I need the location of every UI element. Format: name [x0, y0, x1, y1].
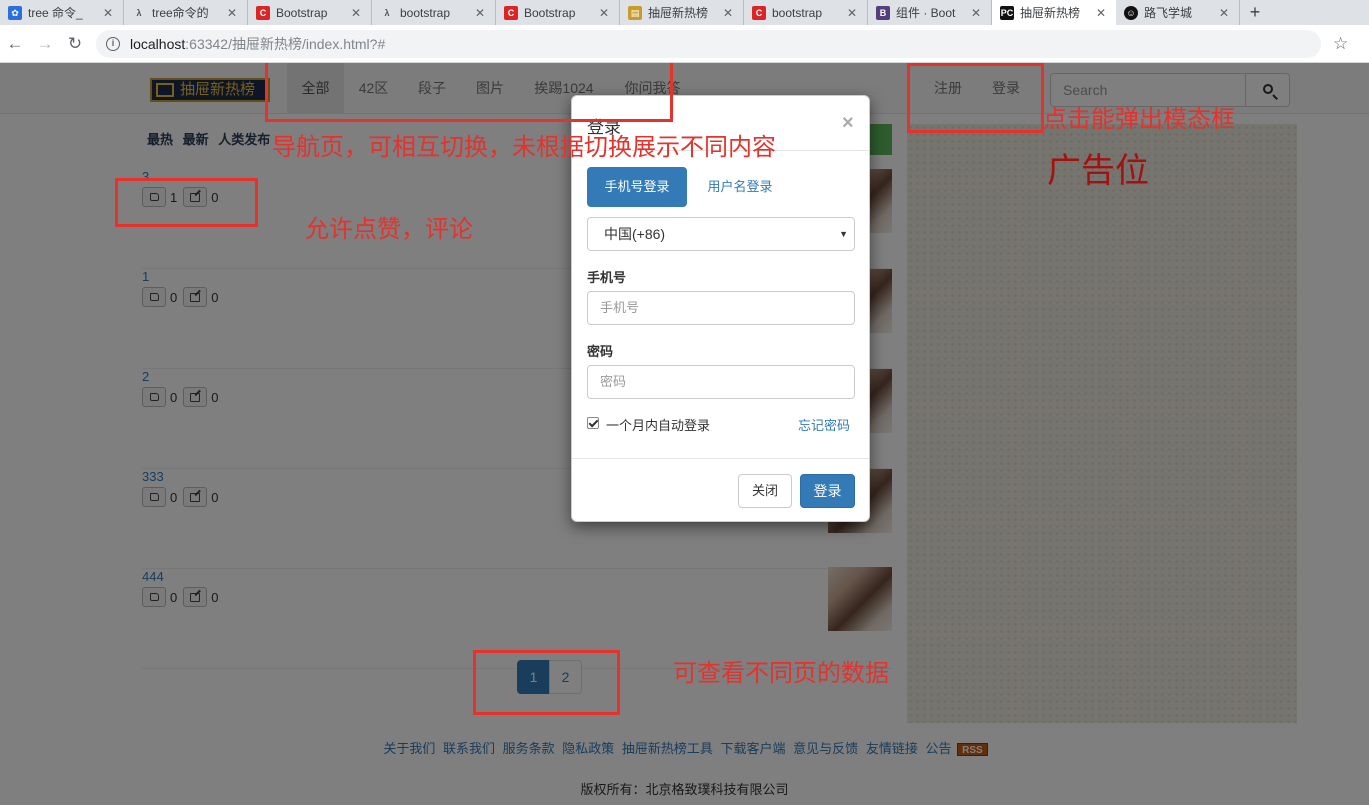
country-select[interactable]: 中国(+86) ▼ [587, 217, 855, 251]
close-icon[interactable]: ✕ [721, 6, 735, 20]
annotation-modal: 点击能弹出模态框 [1043, 105, 1235, 133]
password-label: 密码 [587, 344, 614, 359]
close-icon[interactable]: ✕ [349, 6, 363, 20]
caret-down-icon: ▼ [839, 229, 848, 239]
browser-tab[interactable]: λ bootstrap ✕ [372, 0, 496, 25]
address-bar: ← → ↻ i localhost:63342/抽屉新热榜/index.html… [0, 25, 1369, 63]
annotation-box-like [115, 178, 258, 227]
annotation-ad: 广告位 [1047, 151, 1149, 191]
reload-icon[interactable]: ↻ [60, 34, 90, 54]
tab-phone-login[interactable]: 手机号登录 [587, 167, 687, 207]
close-icon[interactable]: ✕ [225, 6, 239, 20]
close-icon[interactable]: ✕ [1217, 6, 1231, 20]
browser-tab-strip: ✿ tree 命令_ ✕ λ tree命令的 ✕ C Bootstrap ✕ λ bootst… [0, 0, 1369, 25]
browser-tab[interactable]: C Bootstrap ✕ [248, 0, 372, 25]
modal-footer-divider [572, 458, 869, 459]
browser-tab[interactable]: ▤ 抽屉新热榜 ✕ [620, 0, 744, 25]
browser-tab[interactable]: ✿ tree 命令_ ✕ [0, 0, 124, 25]
lambda-icon: λ [384, 7, 390, 18]
browser-tab[interactable]: ☺ 路飞学城 ✕ [1116, 0, 1240, 25]
close-icon[interactable]: ✕ [969, 6, 983, 20]
url-field[interactable]: i localhost:63342/抽屉新热榜/index.html?# [96, 29, 1321, 58]
c-logo-icon: C [504, 5, 518, 20]
pycharm-icon: PC [1000, 5, 1014, 20]
close-icon[interactable]: ✕ [1094, 6, 1108, 20]
luffy-icon: ☺ [1124, 5, 1138, 20]
page: 抽屉新热榜 全部 42区 段子 图片 挨踢1024 你问我答 注册 登录 Sea… [0, 63, 1369, 805]
browser-tab[interactable]: B 组件 · Boot ✕ [868, 0, 992, 25]
close-icon[interactable]: ✕ [473, 6, 487, 20]
annotation-box-pager [473, 650, 620, 715]
annotation-box-nav [265, 63, 673, 122]
back-icon[interactable]: ← [0, 34, 30, 54]
close-button[interactable]: 关闭 [738, 474, 792, 508]
annotation-box-modal [907, 63, 1044, 133]
remember-label[interactable]: 一个月内自动登录 [606, 415, 710, 434]
remember-checkbox[interactable] [587, 417, 599, 429]
forward-icon[interactable]: → [30, 34, 60, 54]
phone-input[interactable]: 手机号 [587, 291, 855, 325]
annotation-like: 允许点赞，评论 [305, 215, 473, 243]
close-icon[interactable]: ✕ [597, 6, 611, 20]
login-button[interactable]: 登录 [800, 474, 855, 508]
new-tab-button[interactable]: + [1240, 0, 1270, 25]
browser-tab[interactable]: Cbootstrap ✕ [744, 0, 868, 25]
close-icon[interactable]: × [842, 112, 854, 135]
tab-username-login[interactable]: 用户名登录 [690, 167, 790, 207]
annotation-pager: 可查看不同页的数据 [673, 659, 889, 687]
browser-tab[interactable]: C Bootstrap ✕ [496, 0, 620, 25]
close-icon[interactable]: ✕ [101, 6, 115, 20]
browser-tab[interactable]: λ tree命令的 ✕ [124, 0, 248, 25]
phone-label: 手机号 [587, 270, 627, 285]
drawer-logo-icon: ▤ [628, 5, 642, 20]
browser-tab-active[interactable]: PC 抽屉新热榜 ✕ [992, 0, 1116, 25]
lambda-icon: λ [136, 7, 142, 18]
password-input[interactable]: 密码 [587, 365, 855, 399]
c-logo-icon: C [256, 5, 270, 20]
annotation-nav: 导航页，可相互切换，未根据切换展示不同内容 [272, 133, 776, 161]
bookmark-star-icon[interactable]: ☆ [1333, 34, 1348, 54]
info-icon[interactable]: i [106, 36, 120, 51]
c-logo-icon: C [752, 5, 766, 20]
b-logo-icon: B [876, 5, 890, 20]
close-icon[interactable]: ✕ [845, 6, 859, 20]
forgot-password-link[interactable]: 忘记密码 [798, 415, 850, 434]
paw-icon: ✿ [8, 5, 22, 20]
